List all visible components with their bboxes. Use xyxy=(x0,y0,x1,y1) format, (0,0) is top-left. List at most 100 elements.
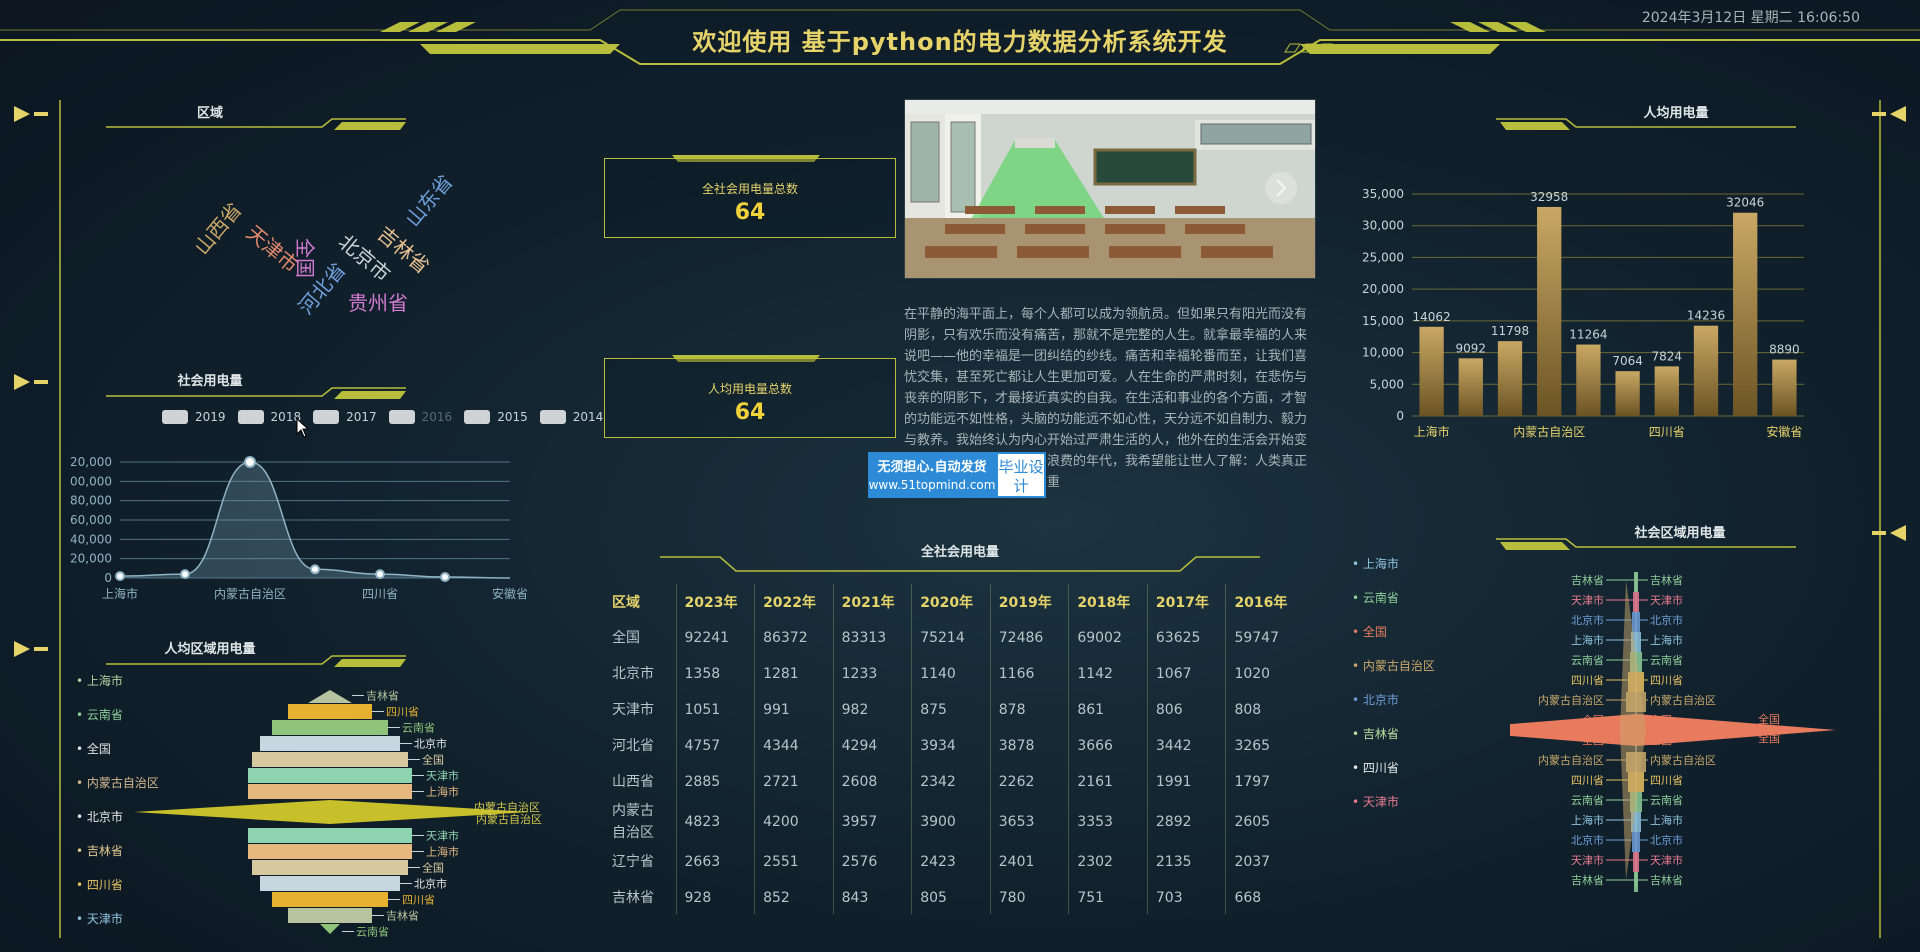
bar-value-label: 11798 xyxy=(1491,324,1529,338)
national-table-container[interactable]: 区域 2023年 2022年 2021年 2020年 2019年 2018年 2017年 201… xyxy=(604,584,1304,914)
table-row: 北京市 1358 1281 1233 1140 1166 1142 1067 1020 xyxy=(604,656,1304,692)
legend-list-item[interactable]: • 云南省 xyxy=(1352,581,1435,615)
funnel-segment[interactable] xyxy=(288,908,372,923)
funnel-label: 全国 xyxy=(422,861,444,875)
table-header-cell: 2023年 xyxy=(675,584,755,620)
bar-value-label: 8890 xyxy=(1769,343,1800,357)
legend-list-item[interactable]: • 内蒙古自治区 xyxy=(1352,649,1435,683)
diamond-label-left: 天津市 xyxy=(1571,853,1604,867)
value-cell: 3666 xyxy=(1068,728,1148,764)
funnel-segment[interactable] xyxy=(248,768,412,783)
diamond-label-left: 内蒙古自治区 xyxy=(1538,693,1604,707)
legend-list-label: 云南省 xyxy=(1362,591,1399,605)
value-cell: 2037 xyxy=(1225,844,1304,880)
legend-item-2014[interactable]: 2014 xyxy=(539,410,603,424)
bar[interactable] xyxy=(1576,344,1601,416)
legend-list-label: 四川省 xyxy=(1362,761,1399,775)
diamond-label-left: 云南省 xyxy=(1571,794,1604,807)
value-cell: 2885 xyxy=(675,764,755,800)
diamond-segment[interactable] xyxy=(1634,572,1638,592)
funnel-segment[interactable] xyxy=(248,784,412,799)
value-cell: 982 xyxy=(832,692,912,728)
social-title-underline xyxy=(106,387,406,399)
word-2: 全国 xyxy=(293,238,317,278)
funnel-segment[interactable] xyxy=(272,892,388,907)
table-row: 天津市 1051 991 982 875 878 861 806 808 xyxy=(604,692,1304,728)
funnel-segment[interactable] xyxy=(260,876,400,891)
diamond-center-segment[interactable] xyxy=(1510,714,1836,746)
stat-value: 64 xyxy=(734,400,766,425)
funnel-segment[interactable] xyxy=(260,736,400,751)
legend-list-item[interactable]: • 四川省 xyxy=(1352,751,1435,785)
diamond-segment[interactable] xyxy=(1634,872,1638,892)
value-cell: 1166 xyxy=(989,656,1069,692)
bar[interactable] xyxy=(1497,341,1523,416)
data-point[interactable] xyxy=(440,572,450,583)
legend-item-2019[interactable]: 2019 xyxy=(162,410,226,424)
bar[interactable] xyxy=(1537,206,1562,416)
legend-list-item[interactable]: • 上海市 xyxy=(1352,547,1435,581)
legend-list-label: 内蒙古自治区 xyxy=(1362,659,1435,673)
funnel-segment[interactable] xyxy=(288,704,372,719)
diamond-label-right: 内蒙古自治区 xyxy=(1650,753,1716,767)
watermark-badge[interactable]: 无须担心.自动发货 www.51topmind.com 毕业设计 xyxy=(868,452,1046,498)
bar[interactable] xyxy=(1458,358,1483,416)
funnel-segment[interactable] xyxy=(252,752,408,767)
y-tick-label: 20,000 xyxy=(70,552,112,566)
bar[interactable] xyxy=(1733,212,1758,416)
bullet-icon: • xyxy=(1352,659,1363,673)
bar[interactable] xyxy=(1654,366,1679,416)
diamond-segment[interactable] xyxy=(1633,592,1639,612)
data-point[interactable] xyxy=(180,569,190,580)
value-cell: 852 xyxy=(754,880,834,914)
table-body: 全国 92241 86372 83313 75214 72486 69002 63625 597… xyxy=(604,620,1304,914)
funnel-label: 上海市 xyxy=(426,785,459,799)
bar[interactable] xyxy=(1772,359,1797,416)
data-point[interactable] xyxy=(244,456,256,468)
funnel-segment[interactable] xyxy=(248,828,412,843)
value-cell: 63625 xyxy=(1146,620,1226,656)
legend-list-label: 云南省 xyxy=(86,708,123,722)
legend-list-item[interactable]: • 吉林省 xyxy=(1352,717,1435,751)
bar[interactable] xyxy=(1615,371,1640,416)
table-header-cell: 区域 xyxy=(612,595,640,611)
diamond-segment[interactable] xyxy=(1633,852,1639,872)
legend-list-item[interactable]: • 全国 xyxy=(1352,615,1435,649)
legend-list-label: 上海市 xyxy=(1362,557,1399,571)
legend-item-2017[interactable]: 2017 xyxy=(313,410,377,424)
legend-list-label: 吉林省 xyxy=(86,844,123,858)
classroom-illustration xyxy=(905,100,1315,278)
table-header-cell: 2021年 xyxy=(832,584,912,620)
bullet-icon: • xyxy=(76,776,87,790)
funnel-segment[interactable] xyxy=(252,860,408,875)
diamond-segment[interactable] xyxy=(1632,832,1640,852)
data-point[interactable] xyxy=(375,569,385,580)
value-cell: 83313 xyxy=(832,620,912,656)
carousel-image[interactable] xyxy=(904,99,1316,279)
legend-swatch xyxy=(464,410,491,424)
funnel-segment[interactable] xyxy=(248,844,412,859)
legend-item-2016[interactable]: 2016 xyxy=(388,410,452,424)
funnel-segment[interactable] xyxy=(272,720,388,735)
bar[interactable] xyxy=(1419,326,1444,416)
bar-value-label: 14236 xyxy=(1687,309,1725,323)
diamond-label-left: 内蒙古自治区 xyxy=(1538,753,1604,767)
legend-item-2015[interactable]: 2015 xyxy=(464,410,528,424)
diamond-segment[interactable] xyxy=(1632,612,1640,632)
diamond-label-right: 天津市 xyxy=(1650,593,1683,607)
funnel-segment[interactable] xyxy=(308,690,352,703)
legend-list-item[interactable]: • 天津市 xyxy=(1352,785,1435,819)
diamond-label-right: 四川省 xyxy=(1650,774,1683,787)
funnel-segment[interactable] xyxy=(320,924,340,934)
value-cell: 1358 xyxy=(675,656,755,692)
data-point[interactable] xyxy=(115,571,125,582)
data-point[interactable] xyxy=(310,564,320,575)
value-cell: 1140 xyxy=(911,656,991,692)
funnel-label: 四川省 xyxy=(386,706,419,719)
bar[interactable] xyxy=(1693,325,1719,416)
value-cell: 2423 xyxy=(911,844,991,880)
funnel-center-segment[interactable] xyxy=(134,800,530,824)
legend-item-2018[interactable]: 2018 xyxy=(237,410,301,424)
legend-list-item[interactable]: • 北京市 xyxy=(1352,683,1435,717)
mouse-cursor-icon xyxy=(296,418,310,438)
